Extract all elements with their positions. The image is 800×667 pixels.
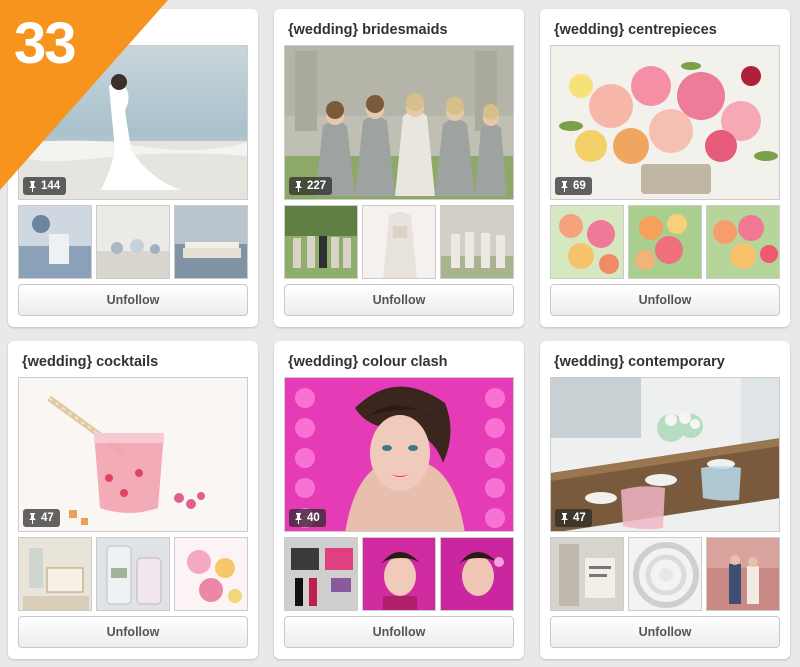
pin-icon (29, 180, 36, 192)
pin-count: 47 (573, 512, 586, 524)
pin-count: 40 (307, 512, 320, 524)
unfollow-button[interactable]: Unfollow (18, 284, 248, 316)
board-thumbnails (284, 537, 514, 611)
thumbnail-image[interactable] (706, 537, 780, 611)
thumbnail-image[interactable] (440, 537, 514, 611)
board-grid: 144 Unfollow {wedding} bridesmaids 227 U… (0, 0, 800, 667)
board-card[interactable]: {wedding} contemporary 47 Unfollow (540, 341, 790, 659)
thumbnail-image[interactable] (362, 537, 436, 611)
board-card[interactable]: {wedding} cocktails 47 Unfollow (8, 341, 258, 659)
pin-count-badge: 69 (555, 177, 592, 195)
unfollow-button[interactable]: Unfollow (284, 616, 514, 648)
board-cover-image[interactable]: 40 (284, 377, 514, 532)
thumbnail-image[interactable] (362, 205, 436, 279)
board-thumbnails (550, 205, 780, 279)
rank-number: 33 (14, 11, 76, 76)
pin-count-badge: 47 (23, 509, 60, 527)
board-cover-image[interactable]: 47 (550, 377, 780, 532)
pin-count-badge: 40 (289, 509, 326, 527)
pin-icon (29, 512, 36, 524)
pin-count: 47 (41, 512, 54, 524)
board-thumbnails (18, 205, 248, 279)
thumbnail-image[interactable] (96, 205, 170, 279)
thumbnail-image[interactable] (550, 205, 624, 279)
pin-icon (561, 512, 568, 524)
board-card[interactable]: {wedding} centrepieces 69 Unfollow (540, 9, 790, 327)
thumbnail-image[interactable] (550, 537, 624, 611)
board-thumbnails (284, 205, 514, 279)
pin-icon (295, 180, 302, 192)
pin-count: 69 (573, 180, 586, 192)
board-thumbnails (18, 537, 248, 611)
board-cover-image[interactable]: 47 (18, 377, 248, 532)
thumbnail-image[interactable] (174, 537, 248, 611)
board-title[interactable]: {wedding} centrepieces (554, 22, 780, 38)
board-title[interactable]: {wedding} colour clash (288, 354, 514, 370)
unfollow-button[interactable]: Unfollow (284, 284, 514, 316)
thumbnail-image[interactable] (18, 205, 92, 279)
unfollow-button[interactable]: Unfollow (18, 616, 248, 648)
board-title[interactable]: {wedding} contemporary (554, 354, 780, 370)
pin-count-badge: 227 (289, 177, 333, 195)
pin-count: 144 (41, 180, 61, 192)
thumbnail-image[interactable] (706, 205, 780, 279)
board-title[interactable]: {wedding} cocktails (22, 354, 248, 370)
board-title[interactable]: {wedding} bridesmaids (288, 22, 514, 38)
board-card[interactable]: {wedding} bridesmaids 227 Unfollow (274, 9, 524, 327)
board-card[interactable]: {wedding} colour clash 40 Unfollow (274, 341, 524, 659)
thumbnail-image[interactable] (96, 537, 170, 611)
thumbnail-image[interactable] (628, 205, 702, 279)
thumbnail-image[interactable] (284, 537, 358, 611)
thumbnail-image[interactable] (18, 537, 92, 611)
unfollow-button[interactable]: Unfollow (550, 284, 780, 316)
pin-count: 227 (307, 180, 327, 192)
pin-count-badge: 144 (23, 177, 67, 195)
board-cover-image[interactable]: 227 (284, 45, 514, 200)
pin-count-badge: 47 (555, 509, 592, 527)
unfollow-button[interactable]: Unfollow (550, 616, 780, 648)
board-thumbnails (550, 537, 780, 611)
pin-icon (561, 180, 568, 192)
pin-icon (295, 512, 302, 524)
board-cover-image[interactable]: 69 (550, 45, 780, 200)
thumbnail-image[interactable] (440, 205, 514, 279)
thumbnail-image[interactable] (284, 205, 358, 279)
thumbnail-image[interactable] (628, 537, 702, 611)
thumbnail-image[interactable] (174, 205, 248, 279)
